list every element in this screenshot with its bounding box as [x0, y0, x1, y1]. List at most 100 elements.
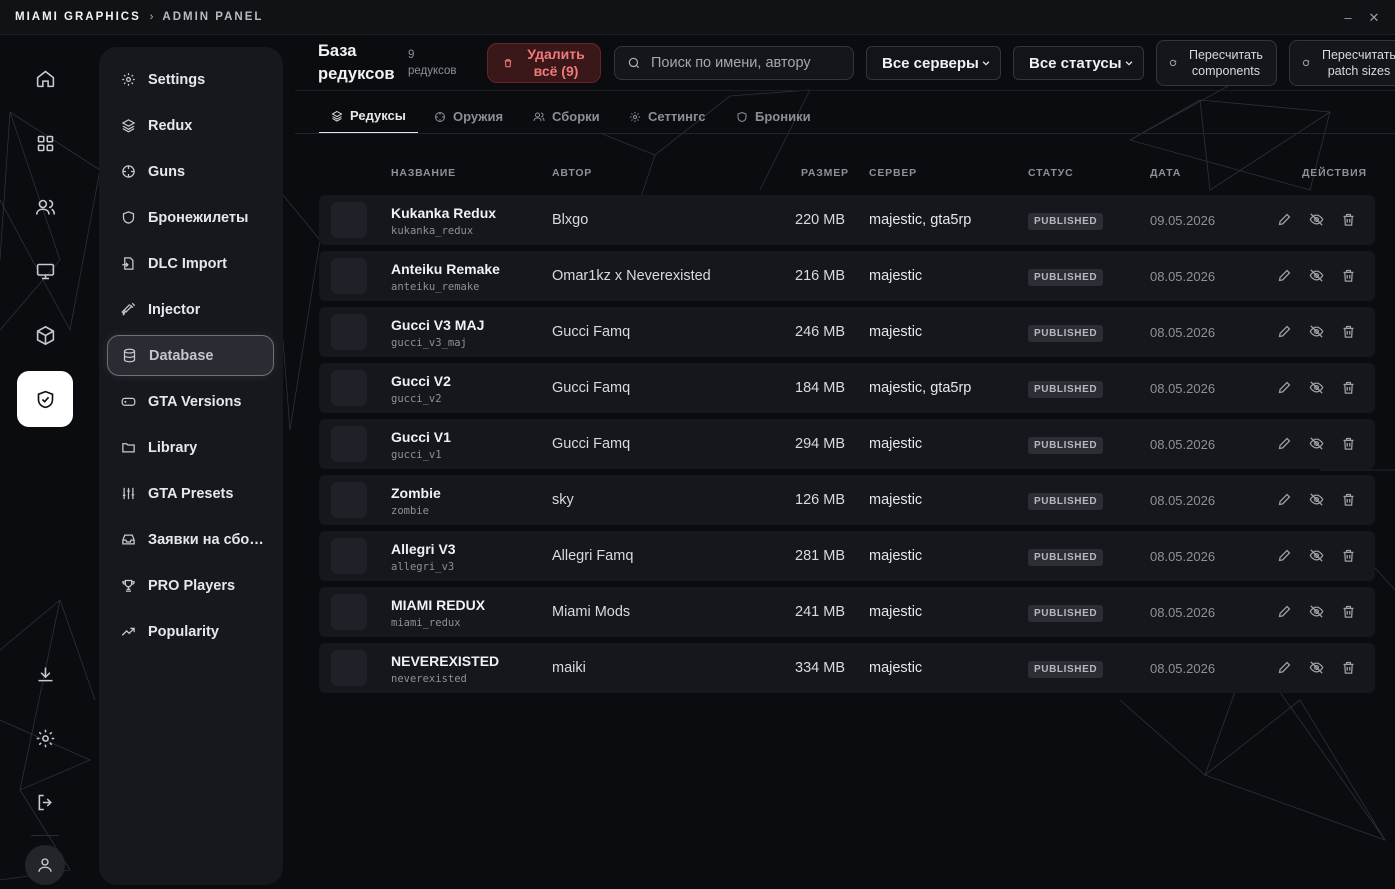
cube-icon[interactable] — [17, 307, 73, 363]
table-row[interactable]: MIAMI REDUX miami_redux Miami Mods 241 M… — [319, 587, 1375, 637]
row-author: sky — [552, 492, 574, 508]
row-name: Zombie — [391, 485, 441, 501]
tab-reduxes[interactable]: Редуксы — [319, 104, 418, 134]
row-size: 294 MB — [795, 436, 845, 452]
row-author: Gucci Famq — [552, 436, 631, 452]
edit-icon[interactable] — [1277, 212, 1293, 228]
table-row[interactable]: Gucci V3 MAJ gucci_v3_maj Gucci Famq 246… — [319, 307, 1375, 357]
edit-icon[interactable] — [1277, 380, 1293, 396]
sidebar-item-injector[interactable]: Injector — [107, 289, 274, 330]
close-button[interactable]: ✕ — [1361, 10, 1387, 26]
search-input[interactable] — [651, 55, 841, 71]
gear-icon — [630, 111, 640, 122]
trash-icon[interactable] — [1341, 660, 1357, 676]
home-icon[interactable] — [17, 50, 73, 106]
trash-icon[interactable] — [1341, 380, 1357, 396]
sidebar-item-gta-presets[interactable]: GTA Presets — [107, 473, 274, 514]
trash-icon[interactable] — [1341, 436, 1357, 452]
tab-builds[interactable]: Сборки — [521, 104, 612, 134]
minimize-button[interactable]: – — [1335, 10, 1361, 25]
gear-icon[interactable] — [17, 710, 73, 766]
sidebar-item-requests[interactable]: Заявки на сбо… — [107, 519, 274, 560]
hide-icon[interactable] — [1309, 212, 1325, 228]
logout-icon[interactable] — [17, 774, 73, 830]
sidebar-item-armor[interactable]: Бронежилеты — [107, 197, 274, 238]
trash-icon[interactable] — [1341, 492, 1357, 508]
column-header-actions: ДЕЙСТВИЯ — [1302, 167, 1367, 179]
row-server: majestic, gta5rp — [869, 212, 972, 228]
edit-icon[interactable] — [1277, 268, 1293, 284]
hide-icon[interactable] — [1309, 604, 1325, 620]
syringe-icon — [121, 302, 136, 316]
hide-icon[interactable] — [1309, 324, 1325, 340]
edit-icon[interactable] — [1277, 548, 1293, 564]
edit-icon[interactable] — [1277, 492, 1293, 508]
trash-icon[interactable] — [1341, 212, 1357, 228]
tab-settings[interactable]: Сеттингс — [617, 104, 718, 134]
tab-armor[interactable]: Броники — [724, 104, 823, 134]
column-header-status[interactable]: СТАТУС — [1028, 167, 1073, 179]
users-icon[interactable] — [17, 179, 73, 235]
column-header-author[interactable]: АВТОР — [552, 167, 592, 179]
status-badge: PUBLISHED — [1028, 661, 1104, 678]
trash-icon[interactable] — [1341, 548, 1357, 564]
trash-icon[interactable] — [1341, 324, 1357, 340]
row-size: 334 MB — [795, 660, 845, 676]
column-header-size[interactable]: РАЗМЕР — [801, 167, 849, 179]
download-icon[interactable] — [17, 646, 73, 702]
column-header-date[interactable]: ДАТА — [1150, 167, 1181, 179]
sidebar-item-gta-versions[interactable]: GTA Versions — [107, 381, 274, 422]
hide-icon[interactable] — [1309, 660, 1325, 676]
row-date: 08.05.2026 — [1150, 661, 1216, 676]
status-badge: PUBLISHED — [1028, 381, 1104, 398]
chevron-down-icon — [1125, 61, 1133, 66]
trash-icon[interactable] — [1341, 604, 1357, 620]
table-row[interactable]: Gucci V2 gucci_v2 Gucci Famq 184 MB maje… — [319, 363, 1375, 413]
table-row[interactable]: NEVEREXISTED neverexisted maiki 334 MB m… — [319, 643, 1375, 693]
grid-icon[interactable] — [17, 115, 73, 171]
sidebar-item-dlc-import[interactable]: DLC Import — [107, 243, 274, 284]
app-name: MIAMI GRAPHICS — [15, 11, 141, 23]
row-slug: neverexisted — [391, 673, 467, 685]
server-filter-select[interactable]: Все серверы — [866, 46, 1001, 80]
layers-icon — [331, 110, 343, 122]
table-row[interactable]: Kukanka Redux kukanka_redux Blxgo 220 MB… — [319, 195, 1375, 245]
status-filter-select[interactable]: Все статусы — [1013, 46, 1144, 80]
recalc-patch-sizes-button[interactable]: Пересчитать patch sizes — [1289, 40, 1395, 86]
edit-icon[interactable] — [1277, 660, 1293, 676]
hide-icon[interactable] — [1309, 268, 1325, 284]
table-row[interactable]: Anteiku Remake anteiku_remake Omar1kz x … — [319, 251, 1375, 301]
folder-icon — [122, 443, 135, 453]
table-row[interactable]: Zombie zombie sky 126 MB majestic PUBLIS… — [319, 475, 1375, 525]
shield-check-icon[interactable] — [17, 371, 73, 427]
row-date: 08.05.2026 — [1150, 549, 1216, 564]
edit-icon[interactable] — [1277, 436, 1293, 452]
hide-icon[interactable] — [1309, 436, 1325, 452]
column-header-name[interactable]: НАЗВАНИЕ — [391, 167, 456, 179]
hide-icon[interactable] — [1309, 380, 1325, 396]
thumbnail — [331, 370, 367, 406]
edit-icon[interactable] — [1277, 324, 1293, 340]
avatar[interactable] — [25, 845, 65, 885]
sidebar-item-settings[interactable]: Settings — [107, 59, 274, 100]
hide-icon[interactable] — [1309, 548, 1325, 564]
sidebar-item-label: Library — [148, 439, 198, 456]
delete-all-button[interactable]: Удалить всё (9) — [487, 43, 601, 83]
thumbnail — [331, 538, 367, 574]
sidebar-item-redux[interactable]: Redux — [107, 105, 274, 146]
column-header-server[interactable]: СЕРВЕР — [869, 167, 917, 179]
edit-icon[interactable] — [1277, 604, 1293, 620]
table-row[interactable]: Gucci V1 gucci_v1 Gucci Famq 294 MB maje… — [319, 419, 1375, 469]
sidebar-item-guns[interactable]: Guns — [107, 151, 274, 192]
table-row[interactable]: Allegri V3 allegri_v3 Allegri Famq 281 M… — [319, 531, 1375, 581]
trash-icon[interactable] — [1341, 268, 1357, 284]
sidebar-item-popularity[interactable]: Popularity — [107, 611, 274, 652]
monitor-icon[interactable] — [17, 243, 73, 299]
search-box[interactable] — [614, 46, 854, 80]
sidebar-item-library[interactable]: Library — [107, 427, 274, 468]
hide-icon[interactable] — [1309, 492, 1325, 508]
tab-weapons[interactable]: Оружия — [422, 104, 515, 134]
sidebar-item-pro-players[interactable]: PRO Players — [107, 565, 274, 606]
sidebar-item-database[interactable]: Database — [107, 335, 274, 376]
recalc-components-button[interactable]: Пересчитать components — [1156, 40, 1277, 86]
